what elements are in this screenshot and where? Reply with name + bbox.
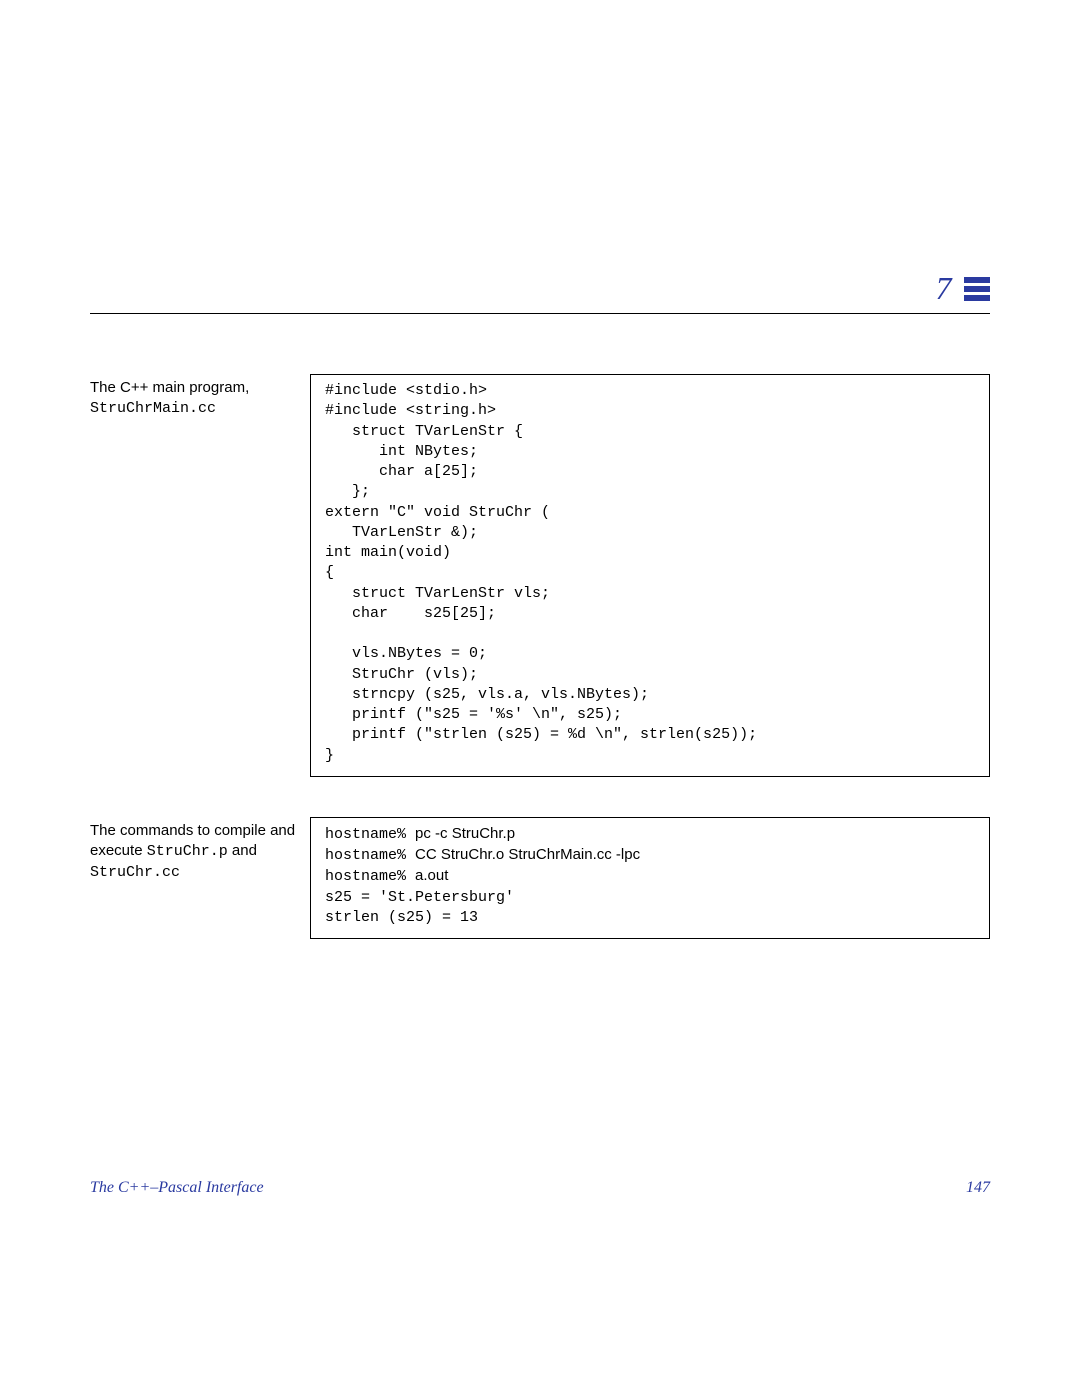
- caption-filename: StruChrMain.cc: [90, 400, 216, 417]
- caption-filename: StruChr.cc: [90, 864, 180, 881]
- prompt: hostname%: [325, 868, 406, 885]
- caption-text: execute: [90, 842, 147, 859]
- footer-title: The C++–Pascal Interface: [90, 1179, 264, 1197]
- code-block-main-program: The C++ main program, StruChrMain.cc #in…: [90, 374, 990, 777]
- output-line: s25 = 'St.Petersburg': [325, 889, 514, 906]
- output-line: strlen (s25) = 13: [325, 909, 478, 926]
- prompt: hostname%: [325, 847, 406, 864]
- command: a.out: [415, 867, 448, 884]
- code-caption: The commands to compile and execute Stru…: [90, 817, 310, 884]
- code-caption: The C++ main program, StruChrMain.cc: [90, 374, 310, 420]
- page-footer: The C++–Pascal Interface 147: [90, 1179, 990, 1197]
- page-number: 147: [966, 1179, 990, 1197]
- command: CC StruChr.o StruChrMain.cc -lpc: [415, 846, 640, 863]
- command: pc -c StruChr.p: [415, 825, 515, 842]
- code-block-commands: The commands to compile and execute Stru…: [90, 817, 990, 939]
- caption-text: The C++ main program,: [90, 379, 249, 396]
- code-listing: #include <stdio.h> #include <string.h> s…: [310, 374, 990, 777]
- prompt: hostname%: [325, 826, 406, 843]
- bars-icon: [964, 277, 990, 301]
- chapter-header: 7: [90, 270, 990, 314]
- caption-text: and: [228, 842, 257, 859]
- caption-filename: StruChr.p: [147, 843, 228, 860]
- terminal-listing: hostname% pc -c StruChr.p hostname% CC S…: [310, 817, 990, 939]
- chapter-number: 7: [936, 270, 952, 306]
- caption-text: The commands to compile and: [90, 822, 295, 839]
